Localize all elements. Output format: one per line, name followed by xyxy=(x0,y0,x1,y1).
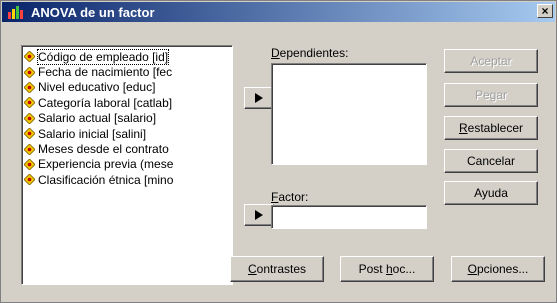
factor-label-text: actor: xyxy=(278,190,309,204)
move-to-factor-button[interactable] xyxy=(244,204,274,226)
dependientes-label-accesskey: D xyxy=(271,46,280,60)
contrastes-label-accesskey: C xyxy=(247,262,257,276)
variable-list-item[interactable]: Experiencia previa (mese xyxy=(24,157,230,172)
scale-variable-icon xyxy=(24,97,35,109)
ayuda-label: Ayuda xyxy=(474,186,508,200)
variable-label: Nivel educativo [educ] xyxy=(38,80,156,95)
variable-list-item[interactable]: Clasificación étnica [mino xyxy=(24,172,230,187)
variable-label: Clasificación étnica [mino xyxy=(38,172,174,187)
posthoc-label-post: oc... xyxy=(392,262,416,276)
restablecer-label: Restablecer xyxy=(459,121,523,135)
variable-list-item[interactable]: Código de empleado [id] xyxy=(24,48,230,65)
variable-list-item[interactable]: Salario actual [salario] xyxy=(24,111,230,126)
right-arrow-icon xyxy=(255,210,263,220)
scale-variable-icon xyxy=(24,112,35,124)
scale-variable-icon xyxy=(24,81,35,93)
contrastes-button[interactable]: Contrastes xyxy=(230,256,324,282)
aceptar-button[interactable]: Aceptar xyxy=(444,49,538,73)
variable-list-item[interactable]: Fecha de nacimiento [fec xyxy=(24,64,230,79)
scale-variable-icon xyxy=(24,66,35,78)
posthoc-label: Post hoc... xyxy=(359,262,416,276)
pegar-button[interactable]: Pegar xyxy=(444,83,538,107)
posthoc-label-pre: Post xyxy=(358,262,386,276)
restablecer-label-accesskey: R xyxy=(458,121,468,135)
move-to-dependientes-button[interactable] xyxy=(244,87,274,109)
variable-label: Código de empleado [id] xyxy=(36,48,170,65)
close-icon: × xyxy=(541,4,549,18)
opciones-label: Opciones... xyxy=(468,262,529,276)
opciones-label-accesskey: O xyxy=(467,262,477,276)
factor-field[interactable] xyxy=(271,205,427,229)
ayuda-button[interactable]: Ayuda xyxy=(444,181,538,205)
dependientes-list[interactable] xyxy=(271,63,427,165)
restablecer-label-rest: establecer xyxy=(467,121,524,135)
scale-variable-icon xyxy=(24,128,35,140)
factor-label: Factor: xyxy=(271,190,308,204)
cancelar-label: Cancelar xyxy=(466,154,516,168)
close-button[interactable]: × xyxy=(537,4,553,18)
variable-label: Salario inicial [salini] xyxy=(38,126,147,141)
variable-label: Fecha de nacimiento [fec xyxy=(38,65,173,80)
posthoc-label-accesskey: h xyxy=(385,262,393,276)
restablecer-button[interactable]: Restablecer xyxy=(444,116,538,140)
cancelar-button[interactable]: Cancelar xyxy=(444,149,538,173)
opciones-button[interactable]: Opciones... xyxy=(451,256,545,282)
contrastes-label: Contrastes xyxy=(248,262,306,276)
scale-variable-icon xyxy=(24,51,35,63)
window-title: ANOVA de un factor xyxy=(31,5,155,20)
contrastes-label-rest: ontrastes xyxy=(256,262,307,276)
aceptar-label: Aceptar xyxy=(470,54,512,68)
variable-list-item[interactable]: Categoría laboral [catlab] xyxy=(24,95,230,110)
spss-app-icon xyxy=(8,6,23,19)
dependientes-label-text: ependientes: xyxy=(279,46,349,60)
variable-label: Categoría laboral [catlab] xyxy=(38,95,173,110)
scale-variable-icon xyxy=(24,174,35,186)
dependientes-label: Dependientes: xyxy=(271,46,348,60)
variable-list-item[interactable]: Salario inicial [salini] xyxy=(24,126,230,141)
variable-label: Meses desde el contrato xyxy=(38,142,169,157)
opciones-label-rest: pciones... xyxy=(476,262,529,276)
variable-list-item[interactable]: Nivel educativo [educ] xyxy=(24,80,230,95)
variable-label: Salario actual [salario] xyxy=(38,111,157,126)
source-variable-list[interactable]: Código de empleado [id] Fecha de nacimien… xyxy=(21,45,233,285)
variable-label: Experiencia previa (mese xyxy=(38,157,174,172)
posthoc-button[interactable]: Post hoc... xyxy=(340,256,434,282)
pegar-label-pre: Pe xyxy=(474,88,490,102)
variable-list-item[interactable]: Meses desde el contrato xyxy=(24,141,230,156)
scale-variable-icon xyxy=(24,143,35,155)
scale-variable-icon xyxy=(24,158,35,170)
pegar-label-post: ar xyxy=(496,88,508,102)
anova-dialog: ANOVA de un factor × Código de empleado … xyxy=(0,0,557,303)
title-bar[interactable]: ANOVA de un factor × xyxy=(2,2,555,22)
right-arrow-icon xyxy=(255,93,263,103)
pegar-label: Pegar xyxy=(475,88,507,102)
